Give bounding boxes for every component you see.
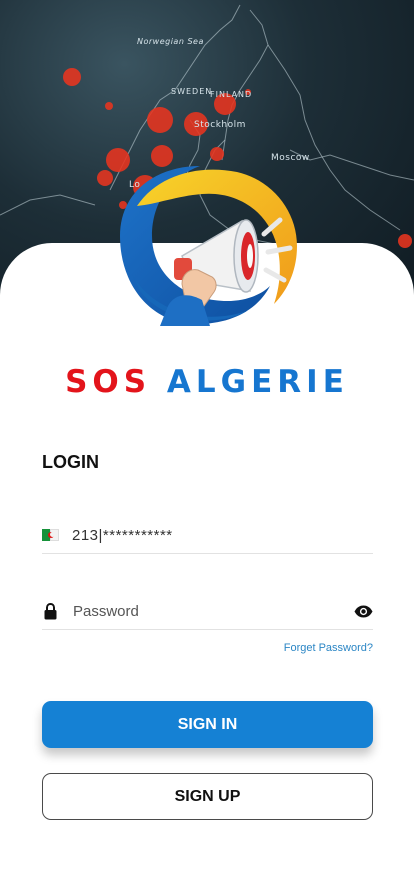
password-input[interactable] xyxy=(73,602,353,620)
map-label-stockholm: Stockholm xyxy=(194,120,246,130)
forgot-password-link[interactable]: Forget Password? xyxy=(284,642,373,654)
login-heading: LOGIN xyxy=(42,452,99,472)
sign-up-button[interactable]: SIGN UP xyxy=(42,773,373,820)
brand-title-sos: SOS xyxy=(65,364,152,400)
password-field[interactable] xyxy=(42,593,373,630)
map-label-sweden: SWEDEN xyxy=(171,87,213,96)
phone-field[interactable]: 213|*********** xyxy=(42,517,373,554)
sign-in-button[interactable]: SIGN IN xyxy=(42,701,373,748)
map-label-sea: Norwegian Sea xyxy=(137,37,204,46)
map-label-moscow: Moscow xyxy=(271,153,310,163)
lock-icon xyxy=(42,602,59,620)
brand-title: SOS ALGERIE xyxy=(0,362,414,402)
algeria-flag-icon xyxy=(42,529,59,541)
megaphone-logo-icon xyxy=(120,166,297,326)
map-label-finland: FINLAND xyxy=(210,90,253,99)
phone-value: 213|*********** xyxy=(72,526,173,544)
brand-title-algerie: ALGERIE xyxy=(166,364,349,400)
eye-icon[interactable] xyxy=(353,604,373,618)
